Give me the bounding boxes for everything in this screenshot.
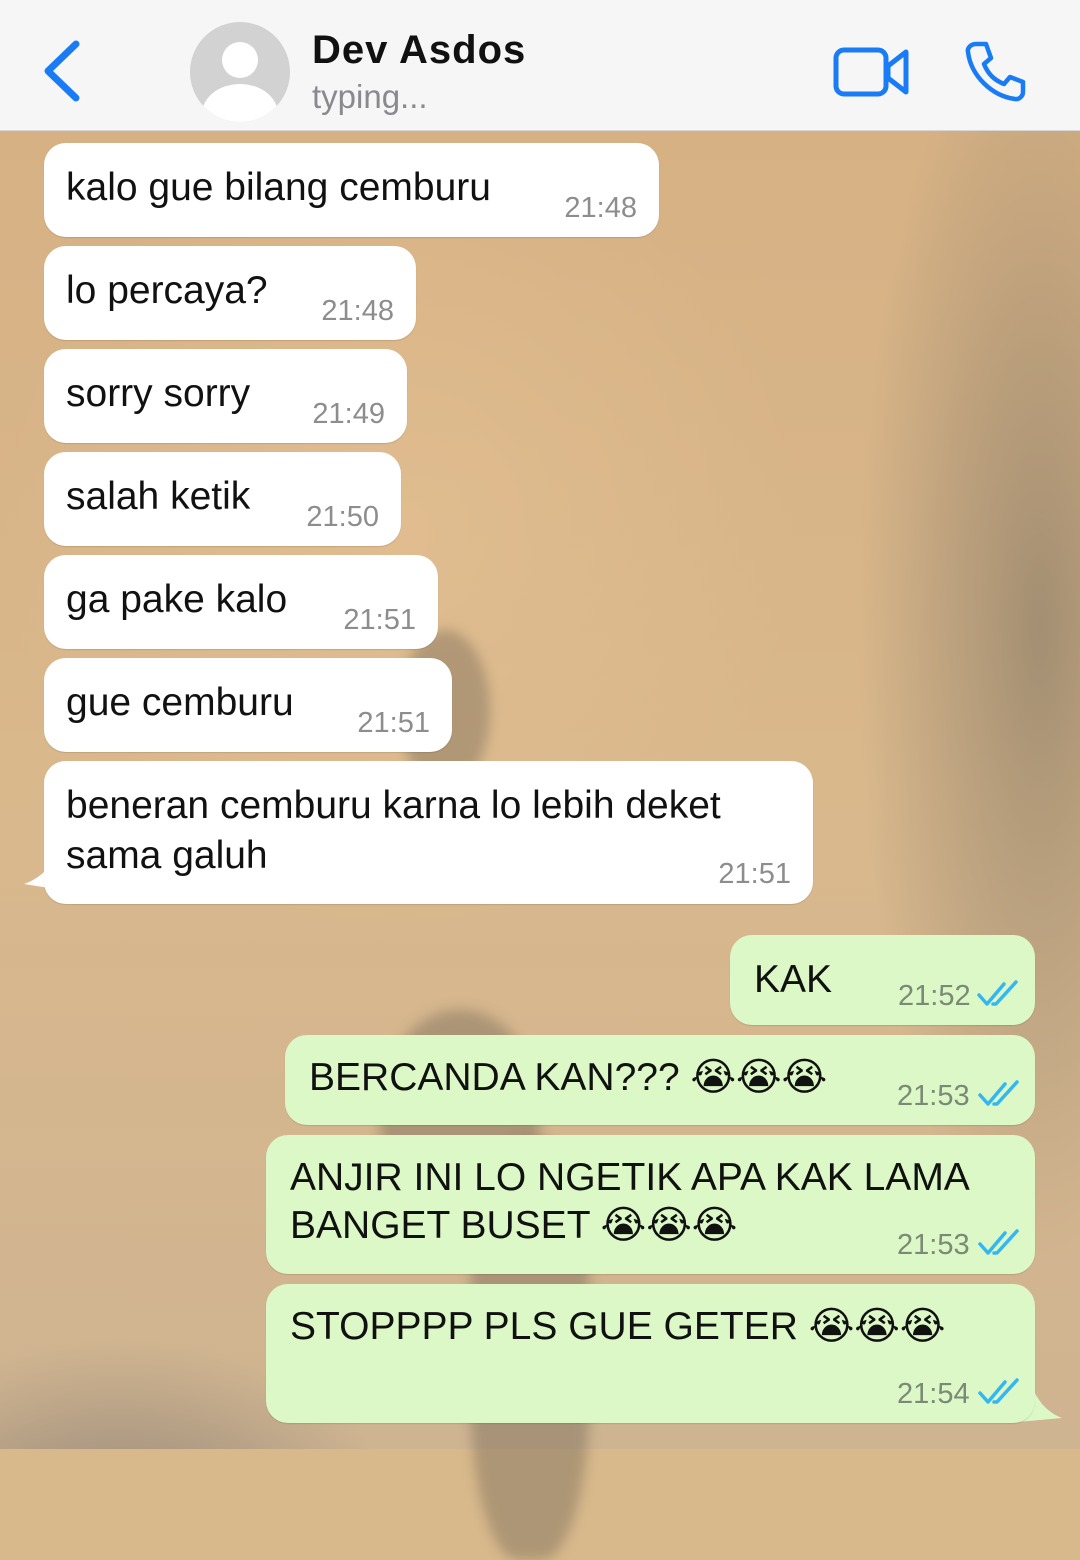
message-time: 21:50 [306, 501, 379, 533]
message-bubble-incoming[interactable]: sorry sorry 21:49 [44, 349, 407, 443]
message-time: 21:49 [312, 398, 385, 430]
message-text: lo percaya? [66, 269, 268, 312]
voice-call-button[interactable] [962, 38, 1028, 104]
message-bubble-incoming[interactable]: ga pake kalo 21:51 [44, 555, 438, 649]
video-camera-icon [833, 47, 909, 97]
contact-avatar[interactable] [190, 22, 290, 122]
message-time: 21:54 [897, 1378, 970, 1410]
video-call-button[interactable] [832, 44, 912, 100]
message-bubble-incoming[interactable]: gue cemburu 21:51 [44, 658, 452, 752]
message-time: 21:52 [898, 980, 971, 1012]
message-text: ga pake kalo [66, 578, 288, 621]
read-receipt-icon [977, 980, 1018, 1006]
message-text: KAK [754, 958, 833, 1001]
message-time: 21:51 [357, 707, 430, 739]
back-button[interactable] [38, 36, 88, 106]
message-time: 21:51 [718, 858, 791, 890]
message-bubble-outgoing[interactable]: ANJIR INI LO NGETIK APA KAK LAMA BANGET … [266, 1135, 1035, 1274]
message-text: STOPPPP PLS GUE GETER 😭😭😭 [290, 1305, 946, 1348]
message-text-line-2: sama galuh [66, 834, 268, 877]
chat-header: Dev Asdos typing... [0, 0, 1080, 131]
avatar-head [222, 42, 258, 78]
message-time: 21:53 [897, 1080, 970, 1112]
message-time: 21:48 [564, 192, 637, 224]
avatar-body [202, 84, 278, 122]
message-bubble-outgoing[interactable]: BERCANDA KAN??? 😭😭😭 21:53 [285, 1035, 1035, 1125]
message-time: 21:53 [897, 1229, 970, 1261]
contact-status: typing... [312, 78, 428, 115]
message-text: gue cemburu [66, 681, 294, 724]
contact-name[interactable]: Dev Asdos [312, 28, 526, 73]
message-bubble-outgoing[interactable]: KAK 21:52 [730, 935, 1035, 1025]
message-text-line-1: beneran cemburu karna lo lebih deket [66, 784, 721, 827]
message-bubble-outgoing[interactable]: STOPPPP PLS GUE GETER 😭😭😭 21:54 [266, 1284, 1035, 1423]
message-bubble-incoming[interactable]: salah ketik 21:50 [44, 452, 401, 546]
message-bubble-incoming[interactable]: beneran cemburu karna lo lebih deket sam… [44, 761, 813, 904]
chevron-left-icon [44, 40, 80, 102]
message-time: 21:51 [343, 604, 416, 636]
message-text: kalo gue bilang cemburu [66, 166, 491, 209]
read-receipt-icon [978, 1378, 1019, 1404]
message-bubble-incoming[interactable]: lo percaya? 21:48 [44, 246, 416, 340]
message-text-line-2: BANGET BUSET 😭😭😭 [290, 1204, 738, 1247]
read-receipt-icon [978, 1229, 1019, 1255]
message-bubble-incoming[interactable]: kalo gue bilang cemburu 21:48 [44, 143, 659, 237]
message-text-line-1: ANJIR INI LO NGETIK APA KAK LAMA [290, 1156, 970, 1199]
message-text: salah ketik [66, 475, 251, 518]
message-time: 21:48 [321, 295, 394, 327]
message-text: BERCANDA KAN??? 😭😭😭 [309, 1056, 828, 1099]
read-receipt-icon [978, 1080, 1019, 1106]
phone-icon [965, 41, 1026, 102]
message-text: sorry sorry [66, 372, 251, 415]
